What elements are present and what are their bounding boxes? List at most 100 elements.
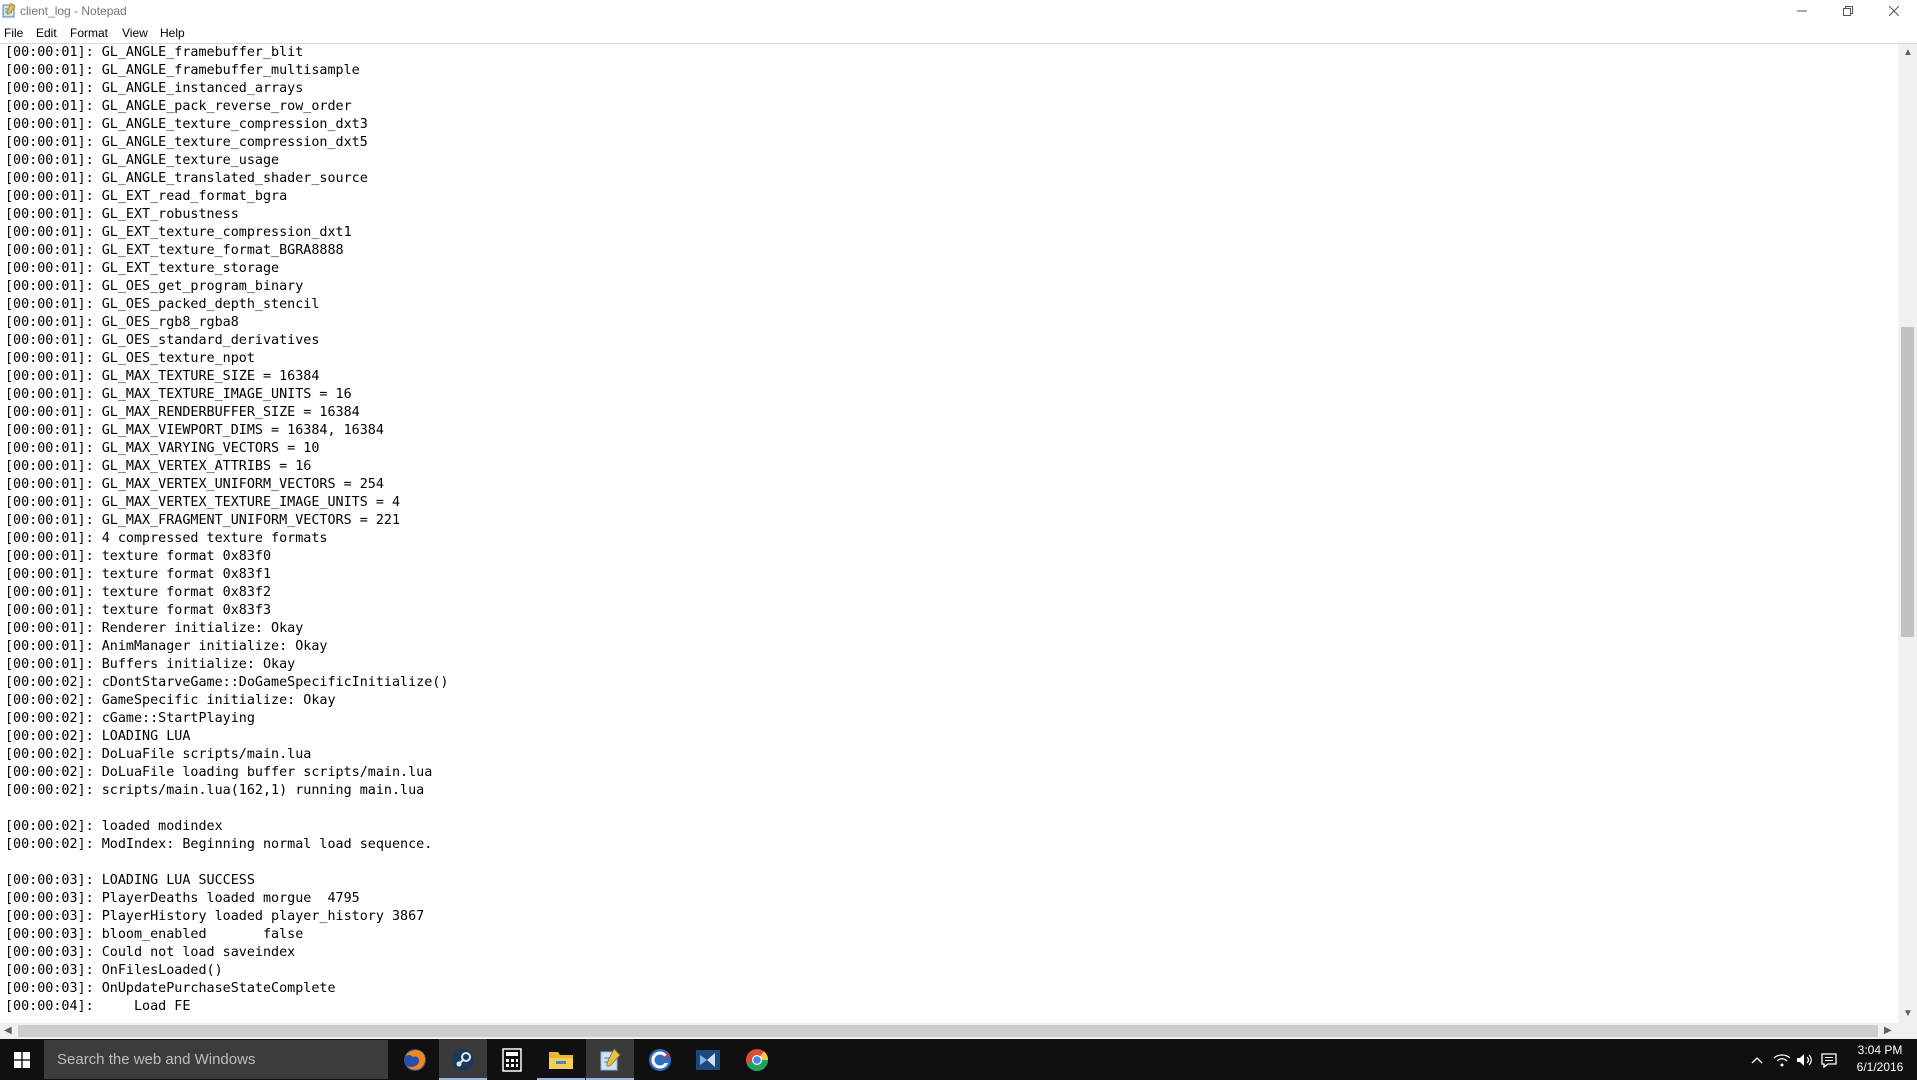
log-line: [00:00:01]: GL_MAX_TEXTURE_SIZE = 16384 — [5, 369, 320, 384]
log-line: [00:00:03]: PlayerDeaths loaded morgue 4… — [5, 891, 360, 906]
log-line: [00:00:02]: ModIndex: Beginning normal l… — [5, 837, 433, 852]
log-line: [00:00:02]: loaded modindex — [5, 819, 223, 834]
log-line: [00:00:03]: bloom_enabled false — [5, 927, 304, 942]
log-line: [00:00:01]: GL_ANGLE_texture_compression… — [5, 135, 368, 150]
log-line: [00:00:01]: texture format 0x83f0 — [5, 549, 272, 564]
log-line: [00:00:03]: OnUpdatePurchaseStateComplet… — [5, 981, 336, 996]
taskbar-app-ccleaner[interactable] — [636, 1039, 684, 1080]
text-editor[interactable]: [00:00:01]: GL_ANGLE_framebuffer_blit [00… — [0, 44, 1898, 1023]
minimize-icon — [1797, 10, 1807, 12]
restore-button[interactable] — [1825, 0, 1871, 22]
log-line: [00:00:03]: LOADING LUA SUCCESS — [5, 873, 255, 888]
log-line: [00:00:01]: GL_EXT_texture_storage — [5, 261, 280, 276]
horizontal-scrollbar[interactable]: ◀ ▶ — [0, 1023, 1898, 1039]
log-line: [00:00:03]: OnFilesLoaded() — [5, 963, 223, 978]
log-line: [00:00:01]: GL_ANGLE_instanced_arrays — [5, 81, 304, 96]
ccleaner-icon — [649, 1048, 671, 1071]
show-hidden-icons-button[interactable] — [1746, 1049, 1768, 1071]
log-line: [00:00:01]: Renderer initialize: Okay — [5, 621, 304, 636]
log-line: [00:00:01]: GL_ANGLE_texture_usage — [5, 153, 280, 168]
log-line: [00:00:02]: DoLuaFile scripts/main.lua — [5, 747, 312, 762]
log-line: [00:00:01]: GL_EXT_robustness — [5, 207, 239, 222]
log-line: [00:00:01]: GL_EXT_texture_format_BGRA88… — [5, 243, 344, 258]
volume-tray[interactable] — [1794, 1049, 1816, 1071]
log-line: [00:00:01]: texture format 0x83f1 — [5, 567, 272, 582]
log-line: [00:00:01]: texture format 0x83f3 — [5, 603, 272, 618]
log-line: [00:00:01]: GL_MAX_RENDERBUFFER_SIZE = 1… — [5, 405, 360, 420]
log-line: [00:00:01]: GL_ANGLE_pack_reverse_row_or… — [5, 99, 352, 114]
chevron-up-icon — [1751, 1057, 1763, 1064]
taskbar-app-visual-studio[interactable] — [684, 1039, 732, 1080]
wifi-icon — [1773, 1054, 1791, 1067]
log-line: [00:00:01]: AnimManager initialize: Okay — [5, 639, 328, 654]
log-line: [00:00:01]: GL_EXT_texture_compression_d… — [5, 225, 352, 240]
action-center-tray[interactable] — [1818, 1049, 1840, 1071]
taskbar-app-file-explorer[interactable] — [537, 1039, 585, 1080]
log-line: [00:00:01]: GL_ANGLE_translated_shader_s… — [5, 171, 368, 186]
menu-help[interactable]: Help — [160, 25, 185, 41]
log-line: [00:00:01]: texture format 0x83f2 — [5, 585, 272, 600]
taskbar-app-chrome[interactable] — [733, 1039, 781, 1080]
taskbar-app-steam[interactable] — [439, 1039, 487, 1080]
menu-edit[interactable]: Edit — [36, 25, 57, 41]
scroll-up-icon[interactable]: ▲ — [1903, 47, 1913, 59]
log-line: [00:00:02]: cGame::StartPlaying — [5, 711, 255, 726]
taskbar-app-notepad[interactable] — [586, 1039, 634, 1080]
log-line: [00:00:01]: GL_OES_packed_depth_stencil — [5, 297, 320, 312]
horizontal-scroll-thumb[interactable] — [18, 1025, 1878, 1037]
scrollbar-corner — [1898, 1023, 1917, 1039]
log-line: [00:00:01]: GL_MAX_VERTEX_TEXTURE_IMAGE_… — [5, 495, 401, 510]
taskbar-clock[interactable]: 3:04 PM 6/1/2016 — [1848, 1042, 1912, 1076]
taskbar-app-firefox[interactable] — [391, 1039, 439, 1080]
windows-logo-icon — [14, 1051, 30, 1068]
clock-date: 6/1/2016 — [1856, 1060, 1904, 1074]
scroll-left-icon[interactable]: ◀ — [4, 1025, 12, 1037]
log-line: [00:00:01]: GL_ANGLE_texture_compression… — [5, 117, 368, 132]
log-line: [00:00:01]: GL_MAX_VERTEX_ATTRIBS = 16 — [5, 459, 312, 474]
log-line: [00:00:01]: 4 compressed texture formats — [5, 531, 328, 546]
log-line: [00:00:01]: GL_MAX_VERTEX_UNIFORM_VECTOR… — [5, 477, 384, 492]
log-line: [00:00:01]: Buffers initialize: Okay — [5, 657, 296, 672]
log-line: [00:00:01]: GL_OES_texture_npot — [5, 351, 255, 366]
vertical-scrollbar[interactable]: ▲ ▼ — [1898, 44, 1917, 1023]
vertical-scroll-thumb[interactable] — [1901, 327, 1914, 637]
log-line: [00:00:04]: Load FE — [5, 999, 191, 1014]
search-box[interactable]: Search the web and Windows — [44, 1040, 388, 1079]
window-title: client_log - Notepad — [20, 4, 127, 18]
clock-time: 3:04 PM — [1857, 1043, 1903, 1057]
scroll-down-icon[interactable]: ▼ — [1903, 1008, 1913, 1020]
menu-view[interactable]: View — [122, 25, 148, 41]
restore-icon — [1843, 6, 1853, 16]
log-line: [00:00:02]: GameSpecific initialize: Oka… — [5, 693, 336, 708]
network-tray[interactable] — [1771, 1049, 1793, 1071]
log-line: [00:00:01]: GL_MAX_VARYING_VECTORS = 10 — [5, 441, 320, 456]
close-button[interactable] — [1871, 0, 1917, 22]
log-line: [00:00:01]: GL_ANGLE_framebuffer_blit — [5, 45, 304, 60]
start-button[interactable] — [0, 1039, 44, 1080]
notification-icon — [1821, 1052, 1837, 1068]
title-bar[interactable]: client_log - Notepad — [0, 0, 1917, 22]
log-line: [00:00:01]: GL_OES_rgb8_rgba8 — [5, 315, 239, 330]
notepad-icon — [600, 1047, 621, 1070]
minimize-button[interactable] — [1779, 0, 1825, 22]
menu-file[interactable]: File — [4, 25, 23, 41]
menu-bar: File Edit Format View Help — [0, 22, 1917, 44]
calculator-icon — [502, 1047, 522, 1072]
taskbar-app-calculator[interactable] — [488, 1039, 536, 1080]
taskbar: Search the web and Windows 3:04 PM 6/1/2… — [0, 1039, 1917, 1080]
log-line: [00:00:02]: cDontStarveGame::DoGameSpeci… — [5, 675, 449, 690]
log-line: [00:00:01]: GL_MAX_VIEWPORT_DIMS = 16384… — [5, 423, 384, 438]
log-line: [00:00:03]: PlayerHistory loaded player_… — [5, 909, 425, 924]
visual-studio-icon — [696, 1049, 720, 1070]
log-line: [00:00:02]: scripts/main.lua(162,1) runn… — [5, 783, 425, 798]
scroll-right-icon[interactable]: ▶ — [1884, 1025, 1892, 1037]
speaker-icon — [1797, 1054, 1812, 1066]
log-line: [00:00:01]: GL_EXT_read_format_bgra — [5, 189, 288, 204]
log-line: [00:00:02]: LOADING LUA — [5, 729, 191, 744]
log-line: [00:00:01]: GL_ANGLE_framebuffer_multisa… — [5, 63, 360, 78]
file-explorer-icon — [549, 1051, 573, 1069]
close-icon — [1889, 6, 1899, 16]
chrome-icon — [746, 1048, 768, 1071]
firefox-icon — [404, 1048, 426, 1071]
menu-format[interactable]: Format — [70, 25, 108, 41]
